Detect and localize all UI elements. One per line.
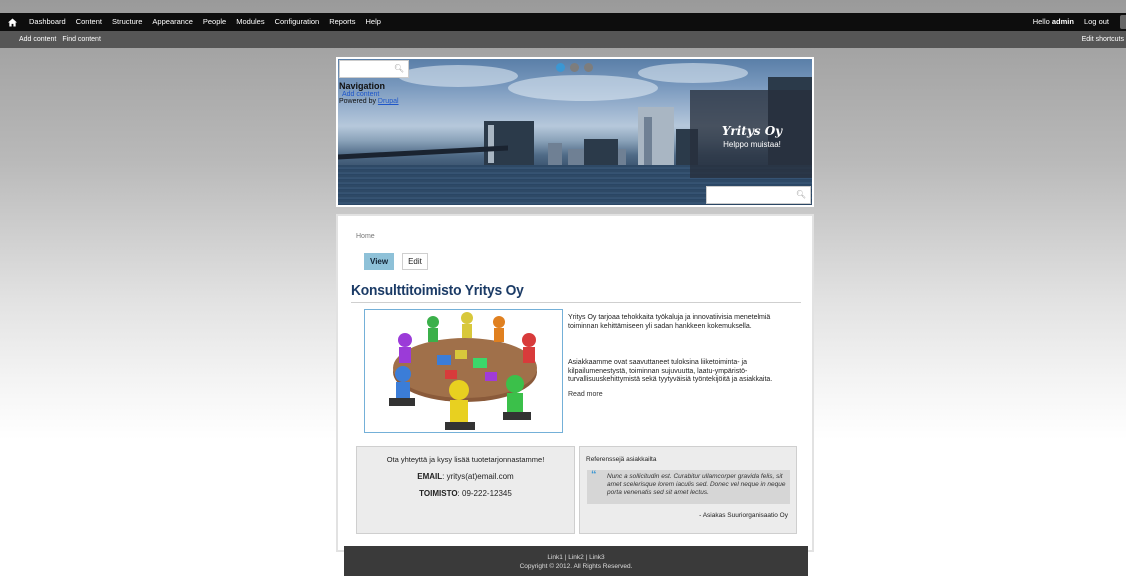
shortcut-bar: Add content Find content Edit shortcuts bbox=[0, 31, 1126, 48]
menu-reports[interactable]: Reports bbox=[324, 13, 360, 31]
greeting-text: Hello bbox=[1032, 17, 1050, 26]
nav-add-content-link[interactable]: Add content bbox=[342, 91, 399, 98]
navigation-block: Navigation Add content Powered by Drupal bbox=[339, 81, 399, 105]
menu-configuration[interactable]: Configuration bbox=[270, 13, 325, 31]
phone-value: : 09-222-12345 bbox=[457, 489, 512, 498]
shortcut-add-content[interactable]: Add content bbox=[0, 36, 59, 43]
page-title: Konsulttitoimisto Yritys Oy bbox=[351, 282, 524, 299]
main-content: Home View Edit Konsulttitoimisto Yritys … bbox=[336, 214, 814, 576]
banner-cloud bbox=[398, 65, 518, 87]
tab-view[interactable]: View bbox=[364, 253, 395, 270]
meeting-illustration bbox=[364, 309, 563, 433]
edit-shortcuts-link[interactable]: Edit shortcuts bbox=[1079, 36, 1126, 43]
menu-content[interactable]: Content bbox=[71, 13, 107, 31]
banner-search-input[interactable]: 🔍︎ bbox=[706, 186, 811, 204]
banner-building bbox=[488, 125, 494, 163]
banner-cloud bbox=[638, 63, 748, 83]
references-heading: Referenssejä asiakkailta bbox=[586, 456, 657, 463]
contact-cta: Ota yhteyttä ja kysy lisää tuotetarjonna… bbox=[386, 455, 545, 464]
footer-links: Link1 | Link2 | Link3 bbox=[344, 553, 808, 562]
title-divider bbox=[351, 302, 801, 303]
read-more-link[interactable]: Read more bbox=[568, 391, 788, 400]
footer-link-2[interactable]: Link2 bbox=[568, 554, 584, 561]
email-value: : yritys(at)email.com bbox=[442, 472, 514, 481]
intro-paragraph-2: Asiakkaamme ovat saavuttaneet tuloksina … bbox=[568, 359, 773, 384]
user-area: Hello admin Log out bbox=[1028, 13, 1126, 31]
menu-modules[interactable]: Modules bbox=[231, 13, 269, 31]
menu-dashboard[interactable]: Dashboard bbox=[24, 13, 71, 31]
banner-bridge bbox=[338, 145, 508, 160]
slider-pager bbox=[556, 63, 593, 72]
drupal-link[interactable]: Drupal bbox=[378, 98, 399, 105]
local-tasks: View Edit bbox=[364, 253, 428, 270]
username[interactable]: admin bbox=[1052, 17, 1074, 26]
user-greeting: Hello admin bbox=[1028, 13, 1079, 31]
home-icon[interactable] bbox=[0, 13, 24, 31]
slider-dot[interactable] bbox=[584, 63, 593, 72]
slider-dot[interactable] bbox=[570, 63, 579, 72]
slider-dot[interactable] bbox=[556, 63, 565, 72]
intro-text: Yritys Oy tarjoaa tehokkaita työkaluja j… bbox=[568, 314, 788, 400]
search-icon[interactable]: 🔍︎ bbox=[796, 190, 806, 199]
footer-link-3[interactable]: Link3 bbox=[589, 554, 605, 561]
copyright: Copyright © 2012. All Rights Reserved. bbox=[519, 563, 633, 570]
shortcut-find-content[interactable]: Find content bbox=[59, 36, 104, 43]
site-slogan: Helppo muistaa! bbox=[723, 140, 781, 149]
contact-email: EMAIL: yritys(at)email.com bbox=[357, 472, 574, 481]
breadcrumb[interactable]: Home bbox=[356, 233, 375, 240]
banner-building bbox=[644, 117, 652, 165]
phone-label: TOIMISTO bbox=[419, 489, 458, 498]
menu-people[interactable]: People bbox=[198, 13, 231, 31]
email-label: EMAIL bbox=[417, 472, 443, 481]
references-box: Referenssejä asiakkailta “ Nunc a sollic… bbox=[579, 446, 797, 534]
site-footer: Link1 | Link2 | Link3 Copyright © 2012. … bbox=[344, 546, 808, 576]
powered-by-text: Powered by bbox=[339, 98, 376, 105]
menu-appearance[interactable]: Appearance bbox=[147, 13, 197, 31]
footer-link-1[interactable]: Link1 bbox=[547, 554, 563, 561]
menu-structure[interactable]: Structure bbox=[107, 13, 147, 31]
admin-menu: Dashboard Content Structure Appearance P… bbox=[24, 13, 386, 31]
quote-icon: “ bbox=[591, 469, 597, 481]
menu-help[interactable]: Help bbox=[360, 13, 385, 31]
admin-toolbar: Dashboard Content Structure Appearance P… bbox=[0, 13, 1126, 31]
quote-text: Nunc a sollicitudin est. Curabitur ullam… bbox=[607, 473, 786, 496]
banner-building bbox=[584, 139, 618, 165]
testimonial-author: - Asiakas Suuriorganisaatio Oy bbox=[699, 512, 788, 519]
site-branding: Yritys Oy Helppo muistaa! bbox=[690, 90, 812, 178]
logout-link[interactable]: Log out bbox=[1079, 13, 1114, 31]
toolbar-drawer-toggle[interactable] bbox=[1120, 15, 1126, 29]
site-name[interactable]: Yritys Oy bbox=[690, 124, 812, 138]
site-header: 🔍︎ Navigation Add content Powered by Dru… bbox=[336, 57, 814, 207]
contact-box: Ota yhteyttä ja kysy lisää tuotetarjonna… bbox=[356, 446, 575, 534]
contact-phone: TOIMISTO: 09-222-12345 bbox=[357, 489, 574, 498]
navigation-title: Navigation bbox=[339, 81, 386, 91]
tab-edit[interactable]: Edit bbox=[402, 253, 428, 270]
banner-building bbox=[548, 143, 562, 165]
header-search-input[interactable]: 🔍︎ bbox=[339, 60, 409, 78]
banner-cloud bbox=[508, 75, 658, 101]
powered-by: Powered by Drupal bbox=[339, 98, 399, 105]
intro-paragraph-1: Yritys Oy tarjoaa tehokkaita työkaluja j… bbox=[568, 314, 771, 330]
search-icon[interactable]: 🔍︎ bbox=[394, 64, 404, 73]
testimonial-quote: “ Nunc a sollicitudin est. Curabitur ull… bbox=[587, 470, 790, 504]
